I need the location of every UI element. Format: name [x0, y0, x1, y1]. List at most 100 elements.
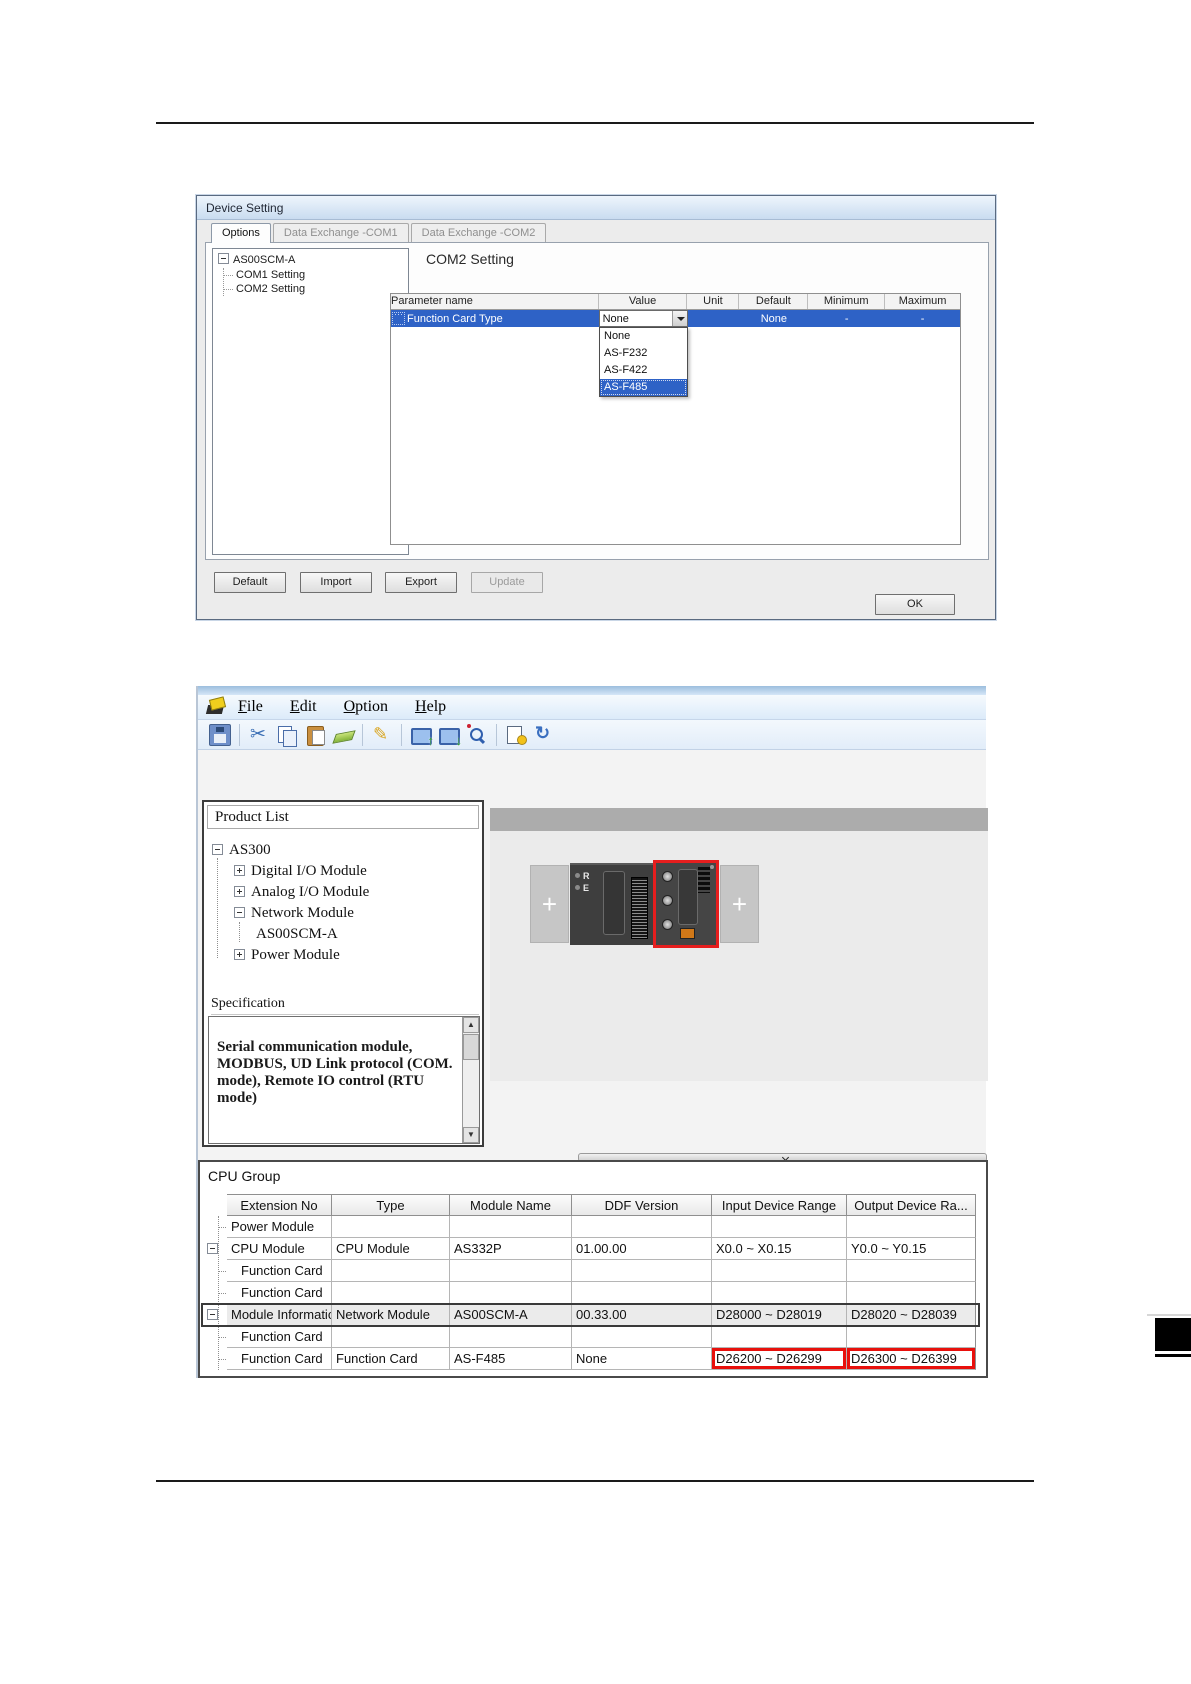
hwconfig-window: File Edit Option Help ↑ ↓ Product List [196, 686, 986, 1378]
scrollbar-thumb[interactable] [463, 1034, 479, 1060]
col-output-device-range: Output Device Ra... [847, 1194, 976, 1216]
table-row-function-card-as-f485[interactable]: Function Card Function Card AS-F485 None… [202, 1348, 979, 1370]
empty-slot-left[interactable]: + [530, 865, 569, 943]
function-card-dropdown-list: None AS-F232 AS-F422 AS-F485 [599, 327, 688, 397]
dialog-titlebar[interactable]: Device Setting [197, 196, 995, 220]
expand-icon[interactable] [234, 886, 245, 897]
toolbar-separator [362, 724, 363, 746]
spec-scrollbar[interactable]: ▲ ▼ [462, 1017, 479, 1143]
toolbar-separator [496, 724, 497, 746]
cpu-module-image[interactable]: R E [570, 863, 654, 945]
scroll-down-icon[interactable]: ▼ [463, 1127, 479, 1143]
collapse-icon[interactable] [207, 1309, 218, 1320]
tree-stub [218, 1359, 226, 1360]
parameter-table: Parameter name Value Unit Default Minimu… [390, 293, 961, 545]
menu-edit[interactable]: Edit [290, 698, 317, 716]
expand-icon[interactable] [234, 865, 245, 876]
table-row-cpu-module[interactable]: CPU Module CPU Module AS332P 01.00.00 X0… [202, 1238, 979, 1260]
refresh-icon[interactable] [533, 724, 555, 746]
gutter-header [202, 1194, 227, 1216]
upload-icon[interactable]: ↑ [410, 724, 432, 746]
update-button: Update [471, 572, 543, 593]
specification-text: Serial communication module, MODBUS, UD … [209, 1017, 462, 1143]
collapse-icon[interactable] [212, 844, 223, 855]
ok-button[interactable]: OK [875, 594, 955, 615]
table-row-function-card[interactable]: Function Card [202, 1282, 979, 1304]
cpu-group-table: Extension No Type Module Name DDF Versio… [202, 1194, 979, 1370]
menu-file[interactable]: File [238, 698, 263, 716]
col-ddf-version: DDF Version [572, 1194, 712, 1216]
value-dropdown[interactable]: None [599, 310, 688, 327]
run-led: R [575, 871, 590, 881]
tree-item-as00scm-a[interactable]: AS00SCM-A [212, 924, 482, 945]
maximum-cell: - [885, 313, 960, 325]
tree-item-network-module[interactable]: Network Module [212, 903, 482, 924]
rotary-knob-icon [662, 871, 673, 882]
draw-icon[interactable] [371, 724, 393, 746]
collapse-icon[interactable] [207, 1243, 218, 1254]
tab-options[interactable]: Options [211, 223, 271, 243]
tree-item-power-module[interactable]: Power Module [212, 945, 482, 966]
led-icon [710, 865, 714, 869]
dropdown-arrow-icon[interactable] [672, 311, 687, 326]
workspace-header-strip [490, 808, 988, 831]
scm-module-selected[interactable] [656, 863, 716, 945]
collapse-icon[interactable] [234, 907, 245, 918]
parameter-name: Function Card Type [407, 313, 503, 325]
parameter-row-function-card-type[interactable]: Function Card Type None None - - [391, 310, 960, 327]
menu-help[interactable]: Help [415, 698, 446, 716]
cpu-group-panel: CPU Group Extension No Type Module Name … [198, 1160, 988, 1378]
table-row-module-information-selected[interactable]: Module Informatic Network Module AS00SCM… [202, 1304, 979, 1326]
tree-item-as00scm-a[interactable]: AS00SCM-A [218, 253, 408, 268]
collapse-icon[interactable] [218, 253, 229, 264]
expand-icon[interactable] [234, 949, 245, 960]
tree-item-as300[interactable]: AS300 [212, 840, 482, 861]
col-parameter-name: Parameter name [391, 294, 599, 309]
product-list-panel: Product List AS300 Digital I/O Module An… [202, 800, 484, 1147]
paste-icon[interactable] [304, 724, 326, 746]
device-tree: AS00SCM-A COM1 Setting COM2 Setting [212, 248, 409, 555]
tab-data-exchange-com1[interactable]: Data Exchange -COM1 [273, 223, 409, 242]
copy-icon[interactable] [276, 724, 298, 746]
menu-option[interactable]: Option [344, 698, 388, 716]
tab-data-exchange-com2[interactable]: Data Exchange -COM2 [411, 223, 547, 242]
table-row-function-card[interactable]: Function Card [202, 1260, 979, 1282]
tree-item-analog-io[interactable]: Analog I/O Module [212, 882, 482, 903]
tree-item-com2-setting[interactable]: COM2 Setting [224, 282, 408, 296]
empty-slot-right[interactable]: + [720, 865, 759, 943]
dropdown-option-none[interactable]: None [600, 328, 687, 345]
tree-stub [218, 1271, 226, 1272]
save-icon[interactable] [209, 724, 231, 746]
tree-item-com1-setting[interactable]: COM1 Setting [224, 268, 408, 282]
product-list-title: Product List [207, 805, 479, 829]
default-button[interactable]: Default [214, 572, 286, 593]
dropdown-option-as-f485[interactable]: AS-F485 [600, 379, 687, 396]
import-button[interactable]: Import [300, 572, 372, 593]
tree-stub [218, 1227, 226, 1228]
col-default: Default [739, 294, 808, 309]
dropdown-option-as-f232[interactable]: AS-F232 [600, 345, 687, 362]
menu-bar: File Edit Option Help [198, 695, 986, 720]
col-input-device-range: Input Device Range [712, 1194, 847, 1216]
led-icon [575, 873, 580, 878]
export-button[interactable]: Export [385, 572, 457, 593]
cpu-group-title: CPU Group [208, 1168, 280, 1184]
cut-icon[interactable] [248, 724, 270, 746]
edge-tab-topline [1147, 1314, 1191, 1316]
download-icon[interactable]: ↓ [438, 724, 460, 746]
table-row-function-card[interactable]: Function Card [202, 1326, 979, 1348]
device-setting-dialog: Device Setting Options Data Exchange -CO… [196, 195, 996, 620]
table-row-power-module[interactable]: Power Module [202, 1216, 979, 1238]
col-unit: Unit [687, 294, 739, 309]
highlighted-output-range: D26300 ~ D26399 [847, 1348, 976, 1370]
tree-item-digital-io[interactable]: Digital I/O Module [212, 861, 482, 882]
module-config-icon[interactable] [505, 724, 527, 746]
app-logo-icon [206, 698, 226, 716]
erase-icon[interactable] [332, 724, 354, 746]
dropdown-option-as-f422[interactable]: AS-F422 [600, 362, 687, 379]
col-maximum: Maximum [885, 294, 960, 309]
search-icon[interactable] [466, 724, 488, 746]
scroll-up-icon[interactable]: ▲ [463, 1017, 479, 1033]
specification-box: Serial communication module, MODBUS, UD … [208, 1016, 480, 1144]
cpu-card-slot [603, 871, 625, 935]
